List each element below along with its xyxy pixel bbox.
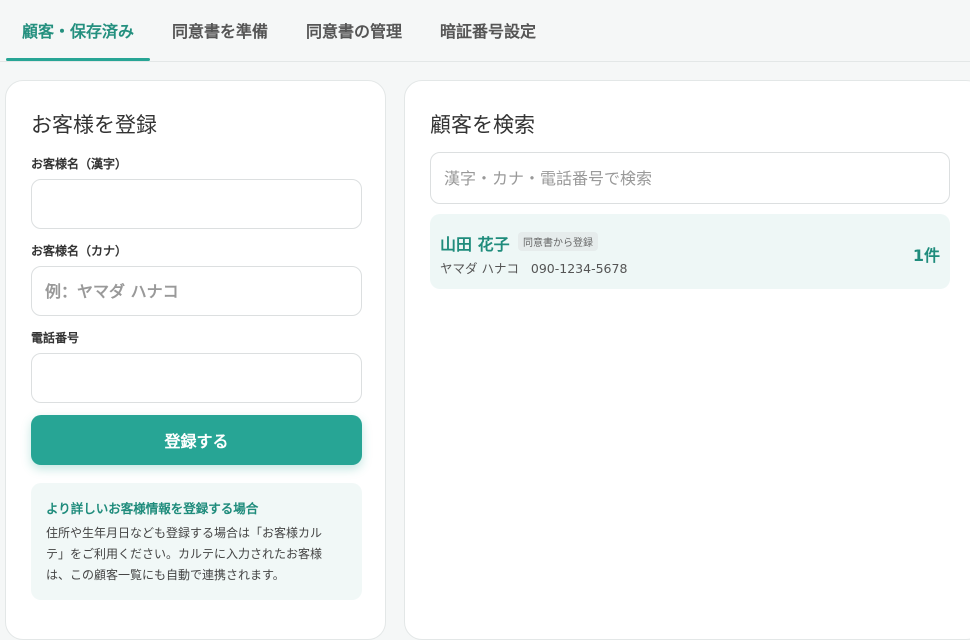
customer-result-item[interactable]: 山田 花子 同意書から登録 ヤマダ ハナコ 090-1234-5678 1件 [430,214,950,289]
search-title: 顧客を検索 [430,113,535,137]
result-count: 1件 [912,246,940,265]
info-line: 住所や生年月日なども登録する場合は「お客様カル [46,526,323,540]
result-source-badge: 同意書から登録 [518,232,598,251]
result-kana: ヤマダ ハナコ [440,261,519,276]
tab-bar: 顧客・保存済み 同意書を準備 同意書の管理 暗証番号設定 [0,0,970,62]
info-line: テ」をご利用ください。カルテに入力されたお客様 [46,547,323,561]
register-customer-card: お客様を登録 お客様名（漢字） お客様名（カナ） 電話番号 登録する より詳しい… [5,80,386,640]
register-title: お客様を登録 [31,113,157,137]
info-box: より詳しいお客様情報を登録する場合 住所や生年月日なども登録する場合は「お客様カ… [31,483,362,600]
phone-input[interactable] [31,353,362,403]
result-customer-name: 山田 花子 [440,235,510,254]
tab-manage-consent[interactable]: 同意書の管理 [290,0,418,61]
tab-pin-settings[interactable]: 暗証番号設定 [424,0,552,61]
kana-name-label: お客様名（カナ） [31,244,128,258]
kanji-name-input[interactable] [31,179,362,229]
customer-search-input[interactable] [430,152,950,204]
search-customer-card: 顧客を検索 山田 花子 同意書から登録 ヤマダ ハナコ 090-1234-567… [404,80,970,640]
kanji-name-label: お客様名（漢字） [31,157,128,171]
result-details: ヤマダ ハナコ 090-1234-5678 [440,258,627,277]
register-button[interactable]: 登録する [31,415,362,465]
kana-name-input[interactable] [31,266,362,316]
info-line: は、この顧客一覧にも自動で連携されます。 [46,568,285,582]
tab-prepare-consent[interactable]: 同意書を準備 [156,0,284,61]
phone-label: 電話番号 [31,331,80,345]
result-phone: 090-1234-5678 [530,261,628,276]
info-body: 住所や生年月日なども登録する場合は「お客様カル テ」をご利用ください。カルテに入… [46,523,347,586]
info-title: より詳しいお客様情報を登録する場合 [46,501,259,516]
tab-customers-saved[interactable]: 顧客・保存済み [6,0,151,61]
